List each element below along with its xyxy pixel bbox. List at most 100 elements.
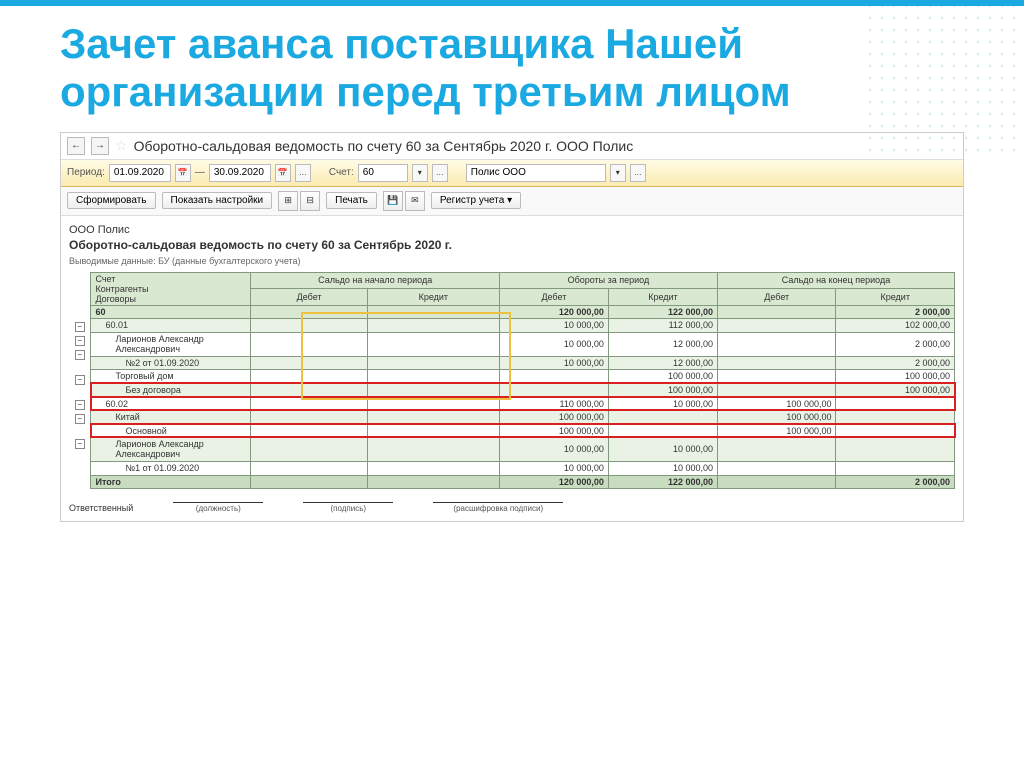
row-value xyxy=(836,461,955,475)
row-value xyxy=(836,397,955,411)
row-name: Ларионов Александр Александрович xyxy=(91,437,251,461)
row-value xyxy=(251,410,367,424)
row-value xyxy=(717,305,835,319)
row-value xyxy=(836,424,955,438)
table-row[interactable]: Торговый дом 100 000,00 100 000,00 xyxy=(91,370,955,384)
row-value xyxy=(499,370,608,384)
row-name: Основной xyxy=(91,424,251,438)
row-value: 10 000,00 xyxy=(608,461,717,475)
table-row[interactable]: Без договора100 000,00100 000,00 xyxy=(91,383,955,397)
table-row[interactable]: Китай100 000,00100 000,00 xyxy=(91,410,955,424)
report-org: ООО Полис xyxy=(69,224,955,236)
report-title: Оборотно-сальдовая ведомость по счету 60… xyxy=(69,238,955,252)
tree-toggle[interactable]: − xyxy=(75,336,85,346)
table-row[interactable]: №2 от 01.09.2020 10 000,0012 000,00 2 000,… xyxy=(91,356,955,370)
row-value: 10 000,00 xyxy=(499,461,608,475)
row-value: 12 000,00 xyxy=(608,356,717,370)
row-name: 60.01 xyxy=(91,319,251,333)
row-value xyxy=(367,356,499,370)
table-row[interactable]: 60120 000,00122 000,002 000,00 xyxy=(91,305,955,319)
table-row[interactable]: Основной 100 000,00 100 000,00 xyxy=(91,424,955,438)
row-value: 100 000,00 xyxy=(499,424,608,438)
sig-position: (должность) xyxy=(173,502,263,513)
tree-toggle[interactable]: − xyxy=(75,350,85,360)
row-value xyxy=(251,332,367,356)
row-value xyxy=(717,370,835,384)
row-value xyxy=(367,397,499,411)
row-value xyxy=(717,461,835,475)
row-value xyxy=(251,397,367,411)
row-value: 10 000,00 xyxy=(608,397,717,411)
table-row[interactable]: №1 от 01.09.202010 000,0010 000,00 xyxy=(91,461,955,475)
row-value xyxy=(251,461,367,475)
row-value xyxy=(717,383,835,397)
row-value: 120 000,00 xyxy=(499,305,608,319)
row-value xyxy=(717,332,835,356)
col-account: Счет xyxy=(95,274,246,284)
table-row[interactable]: Ларионов Александр Александрович 10 000,0… xyxy=(91,437,955,461)
row-value xyxy=(367,410,499,424)
row-value xyxy=(251,383,367,397)
signature-row: Ответственный (должность) (подпись) (рас… xyxy=(69,502,955,513)
row-value xyxy=(251,437,367,461)
col-credit: Кредит xyxy=(367,289,499,306)
sig-decode: (расшифровка подписи) xyxy=(433,502,563,513)
row-value: 100 000,00 xyxy=(717,397,835,411)
col-credit: Кредит xyxy=(836,289,955,306)
row-value: 100 000,00 xyxy=(499,410,608,424)
report-area: ООО Полис Оборотно-сальдовая ведомость п… xyxy=(61,216,963,521)
row-value: 2 000,00 xyxy=(836,356,955,370)
report-subtitle: Выводимые данные: БУ (данные бухгалтерск… xyxy=(69,256,955,266)
row-name: 60.02 xyxy=(91,397,251,411)
report-table: Счет Контрагенты Договоры Сальдо на нача… xyxy=(90,272,955,489)
col-counterparty: Контрагенты xyxy=(95,284,246,294)
grp-turnover: Обороты за период xyxy=(499,272,717,289)
row-value: 110 000,00 xyxy=(499,397,608,411)
total-row: Итого 120 000,00 122 000,00 2 000,00 xyxy=(91,475,955,488)
row-value xyxy=(367,383,499,397)
row-value: 100 000,00 xyxy=(608,370,717,384)
row-value xyxy=(367,461,499,475)
table-row[interactable]: Ларионов Александр Александрович 10 000,0… xyxy=(91,332,955,356)
col-debit: Дебет xyxy=(499,289,608,306)
row-value xyxy=(367,319,499,333)
table-row[interactable]: 60.02 110 000,0010 000,00100 000,00 xyxy=(91,397,955,411)
row-name: Без договора xyxy=(91,383,251,397)
row-value xyxy=(836,410,955,424)
table-row[interactable]: 60.01 10 000,00112 000,00 102 000,00 xyxy=(91,319,955,333)
col-debit: Дебет xyxy=(251,289,367,306)
row-value: 10 000,00 xyxy=(499,319,608,333)
sig-signature: (подпись) xyxy=(303,502,393,513)
decorative-dots xyxy=(864,0,1024,160)
row-name: Ларионов Александр Александрович xyxy=(91,332,251,356)
row-value: 100 000,00 xyxy=(608,383,717,397)
row-name: Торговый дом xyxy=(91,370,251,384)
row-value: 100 000,00 xyxy=(836,370,955,384)
row-value xyxy=(717,437,835,461)
col-credit: Кредит xyxy=(608,289,717,306)
row-value: 10 000,00 xyxy=(608,437,717,461)
tree-toggle[interactable]: − xyxy=(75,375,85,385)
row-name: 60 xyxy=(91,305,251,319)
row-value: 10 000,00 xyxy=(499,332,608,356)
tree-toggle[interactable]: − xyxy=(75,439,85,449)
row-value: 102 000,00 xyxy=(836,319,955,333)
tree-toggle[interactable]: − xyxy=(75,322,85,332)
row-value xyxy=(367,370,499,384)
row-value: 10 000,00 xyxy=(499,356,608,370)
row-value xyxy=(608,424,717,438)
row-value xyxy=(367,437,499,461)
row-value xyxy=(367,424,499,438)
row-value: 100 000,00 xyxy=(717,424,835,438)
row-value xyxy=(251,424,367,438)
row-name: №2 от 01.09.2020 xyxy=(91,356,251,370)
grp-start: Сальдо на начало периода xyxy=(251,272,499,289)
row-value: 2 000,00 xyxy=(836,332,955,356)
tree-toggle[interactable]: − xyxy=(75,400,85,410)
tree-toggle[interactable]: − xyxy=(75,414,85,424)
row-value xyxy=(608,410,717,424)
col-contracts: Договоры xyxy=(95,294,246,304)
row-value: 112 000,00 xyxy=(608,319,717,333)
row-value xyxy=(251,319,367,333)
row-value xyxy=(251,370,367,384)
